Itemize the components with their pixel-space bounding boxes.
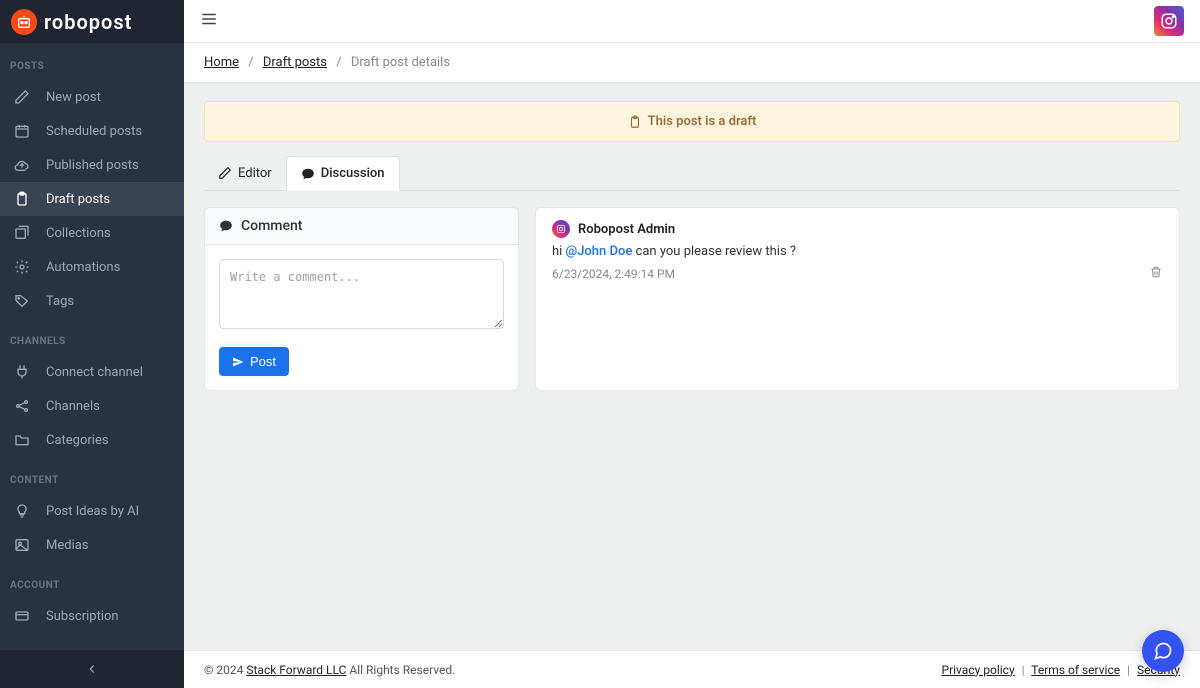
sidebar-heading-account: ACCOUNT [0,562,184,599]
breadcrumb-parent[interactable]: Draft posts [263,55,327,70]
chevron-left-icon [85,662,99,676]
comment-panel: Comment Post [204,207,519,391]
tab-label: Editor [238,166,272,181]
footer: © 2024 Stack Forward LLC All Rights Rese… [184,650,1200,688]
comment-item: Robopost Admin hi @John Doe can you plea… [552,220,1163,283]
sidebar-item-label: Subscription [46,609,119,624]
post-comment-button[interactable]: Post [219,347,289,376]
tabs: Editor Discussion [204,156,1180,191]
tab-editor[interactable]: Editor [204,156,286,190]
sidebar-item-medias[interactable]: Medias [0,528,184,562]
commenter-avatar [552,220,570,238]
footer-privacy-link[interactable]: Privacy policy [942,663,1015,677]
sidebar-item-new-post[interactable]: New post [0,80,184,114]
sidebar-item-label: Connect channel [46,365,143,380]
footer-terms-link[interactable]: Terms of service [1031,663,1120,677]
sidebar-item-subscription[interactable]: Subscription [0,599,184,633]
draft-banner: This post is a draft [204,101,1180,142]
sidebar-item-tags[interactable]: Tags [0,284,184,318]
comment-timestamp: 6/23/2024, 2:49:14 PM [552,267,675,281]
sidebar-item-draft-posts[interactable]: Draft posts [0,182,184,216]
sidebar-heading-channels: CHANNELS [0,318,184,355]
chat-bubble-icon [1153,641,1173,661]
help-chat-button[interactable] [1142,630,1184,672]
mention[interactable]: @John Doe [566,244,633,259]
breadcrumb-home[interactable]: Home [204,55,239,70]
instagram-icon [556,224,566,234]
comment-panel-title: Comment [241,218,302,234]
collection-icon [14,225,30,241]
chat-icon [301,167,315,181]
sidebar-item-scheduled-posts[interactable]: Scheduled posts [0,114,184,148]
clipboard-icon [14,191,30,207]
send-icon [232,356,244,368]
logo[interactable]: robopost [0,0,184,43]
sidebar-item-label: Post Ideas by AI [46,504,139,519]
sidebar-item-label: Tags [46,294,74,309]
sidebar-item-post-ideas[interactable]: Post Ideas by AI [0,494,184,528]
instagram-icon [1160,12,1178,30]
comment-input[interactable] [219,259,504,329]
sidebar-item-label: Published posts [46,158,139,173]
commenter-name: Robopost Admin [578,222,675,237]
plug-icon [14,364,30,380]
sidebar-item-label: Automations [46,260,120,275]
sidebar-item-label: Categories [46,433,109,448]
sidebar-item-label: Medias [46,538,89,553]
sidebar-item-channels[interactable]: Channels [0,389,184,423]
cloud-icon [14,157,30,173]
topbar [184,0,1200,43]
delete-comment-button[interactable] [1149,265,1163,283]
draft-banner-text: This post is a draft [648,114,757,129]
folder-icon [14,432,30,448]
brand-name: robopost [44,10,132,34]
clipboard-icon [628,115,642,129]
sidebar-item-categories[interactable]: Categories [0,423,184,457]
sidebar-item-label: Scheduled posts [46,124,142,139]
sidebar-item-label: Draft posts [46,192,110,207]
footer-company-link[interactable]: Stack Forward LLC [246,663,346,677]
comment-text: hi @John Doe can you please review this … [552,244,1163,259]
card-icon [14,608,30,624]
sidebar-item-automations[interactable]: Automations [0,250,184,284]
sidebar-item-label: Channels [46,399,100,414]
sidebar: robopost POSTS New post Scheduled posts … [0,0,184,688]
hamburger-icon [200,10,218,28]
content: This post is a draft Editor Discussion C… [184,83,1200,650]
breadcrumb-current: Draft post details [351,55,450,70]
sidebar-collapse-button[interactable] [0,650,184,688]
share-icon [14,398,30,414]
tag-icon [14,293,30,309]
bulb-icon [14,503,30,519]
comment-panel-header: Comment [205,208,518,245]
sidebar-item-label: Collections [46,226,111,241]
tab-discussion[interactable]: Discussion [286,156,400,191]
discussion-thread: Robopost Admin hi @John Doe can you plea… [535,207,1180,391]
sidebar-heading-content: CONTENT [0,457,184,494]
gear-icon [14,259,30,275]
sidebar-item-published-posts[interactable]: Published posts [0,148,184,182]
calendar-icon [14,123,30,139]
sidebar-heading-posts: POSTS [0,43,184,80]
main: Home / Draft posts / Draft post details … [184,0,1200,688]
sidebar-item-collections[interactable]: Collections [0,216,184,250]
post-button-label: Post [250,354,276,369]
pencil-icon [14,89,30,105]
trash-icon [1149,265,1163,279]
breadcrumb: Home / Draft posts / Draft post details [184,43,1200,83]
sidebar-item-label: New post [46,90,101,105]
menu-toggle[interactable] [200,10,218,32]
user-avatar[interactable] [1154,6,1184,36]
sidebar-item-connect-channel[interactable]: Connect channel [0,355,184,389]
edit-icon [218,166,232,180]
image-icon [14,537,30,553]
logo-icon [11,9,37,35]
tab-label: Discussion [321,166,385,181]
chat-icon [219,219,233,233]
